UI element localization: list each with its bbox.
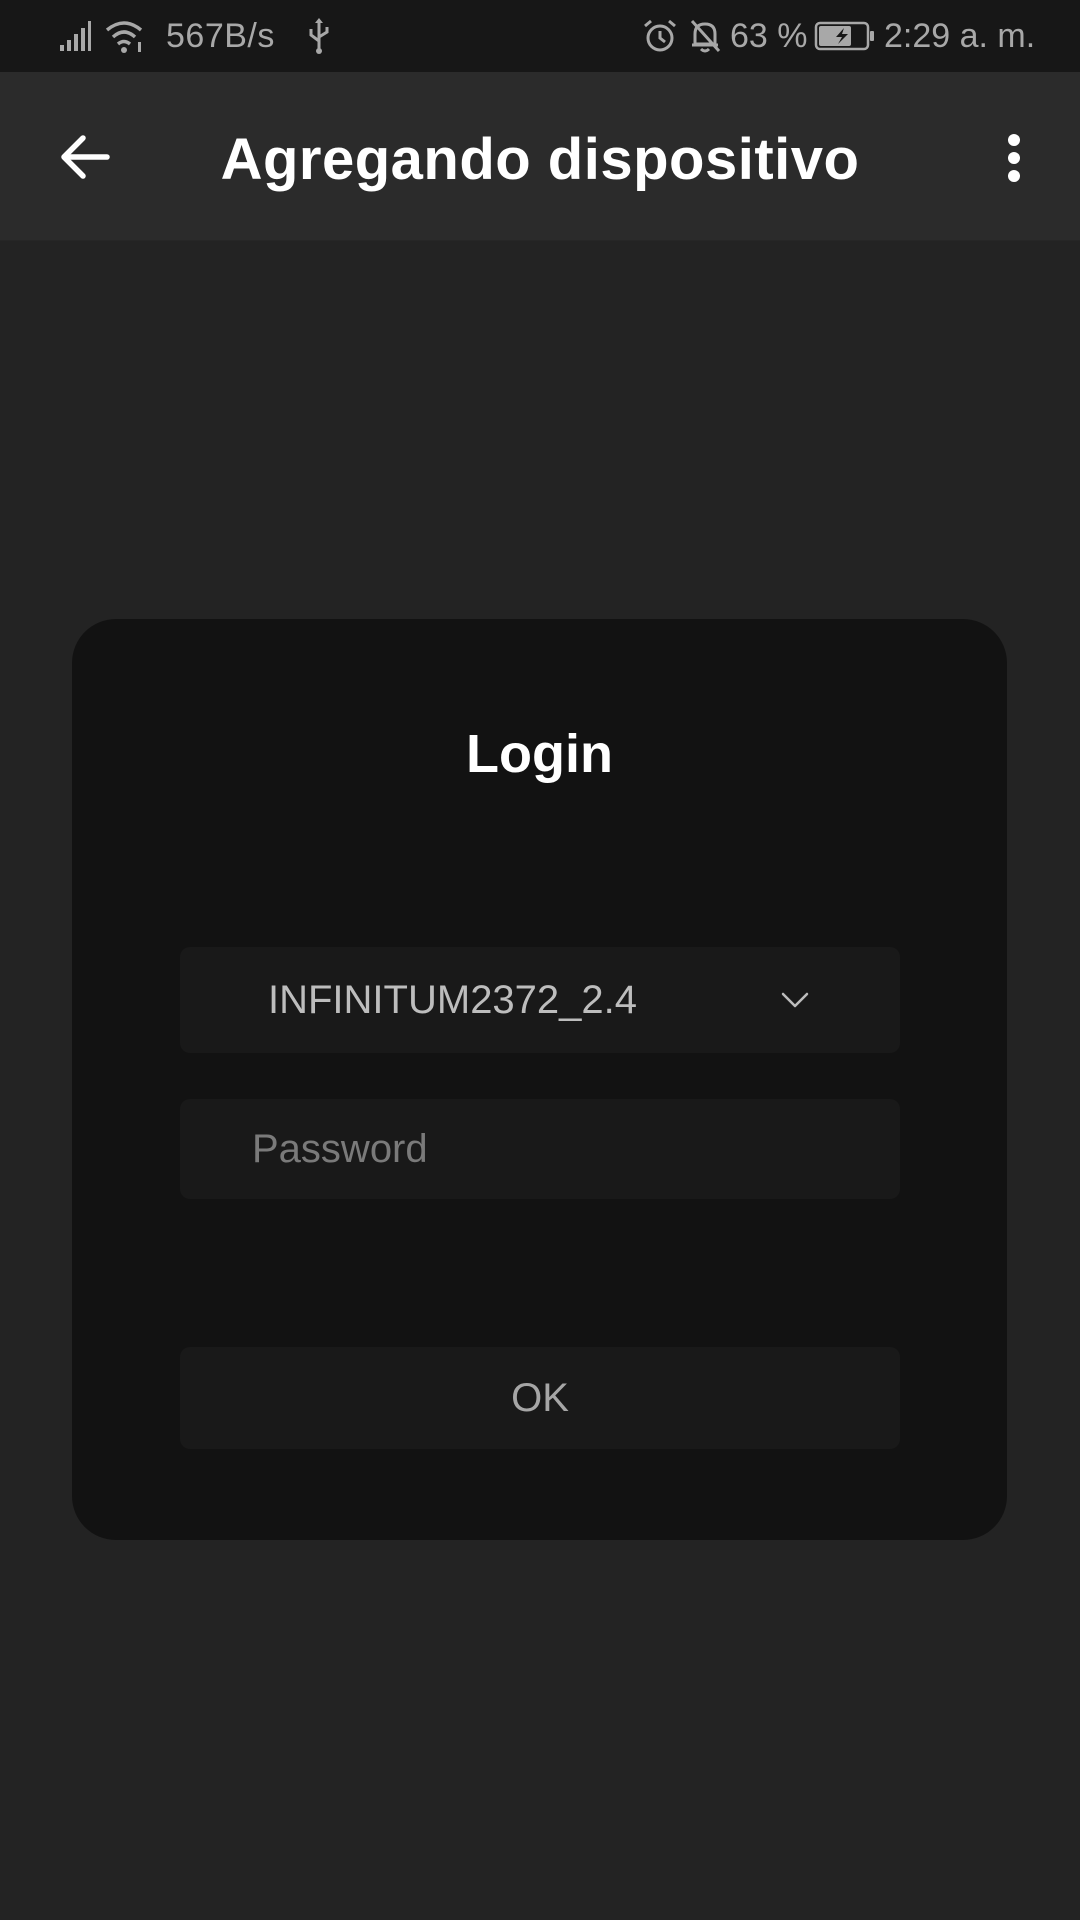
password-field [180,1099,900,1199]
network-speed: 567B/s [166,16,275,55]
app-screen: 567B/s 63 % 2:29 a. m. Agregando disposi… [0,0,1080,1920]
notifications-off-icon [688,0,722,72]
usb-icon [306,0,332,72]
clock: 2:29 a. m. [884,16,1036,55]
login-dialog: Login INFINITUM2372_2.4 OK [72,619,1007,1540]
status-bar: 567B/s 63 % 2:29 a. m. [0,0,1080,72]
page-title: Agregando dispositivo [220,127,860,192]
app-bar: Agregando dispositivo [0,72,1080,241]
alarm-icon [642,0,678,72]
dialog-title: Login [466,724,613,784]
overflow-menu-button[interactable] [994,128,1034,188]
signal-icon [58,0,92,72]
ok-button[interactable]: OK [180,1347,900,1449]
password-input[interactable] [180,1099,900,1199]
battery-charging-icon [814,0,876,72]
network-select[interactable]: INFINITUM2372_2.4 [180,947,900,1053]
chevron-down-icon [781,992,809,1008]
wifi-icon [104,0,144,72]
more-vertical-icon [1008,134,1020,182]
network-select-value: INFINITUM2372_2.4 [268,977,638,1022]
battery-percent: 63 % [730,16,808,55]
